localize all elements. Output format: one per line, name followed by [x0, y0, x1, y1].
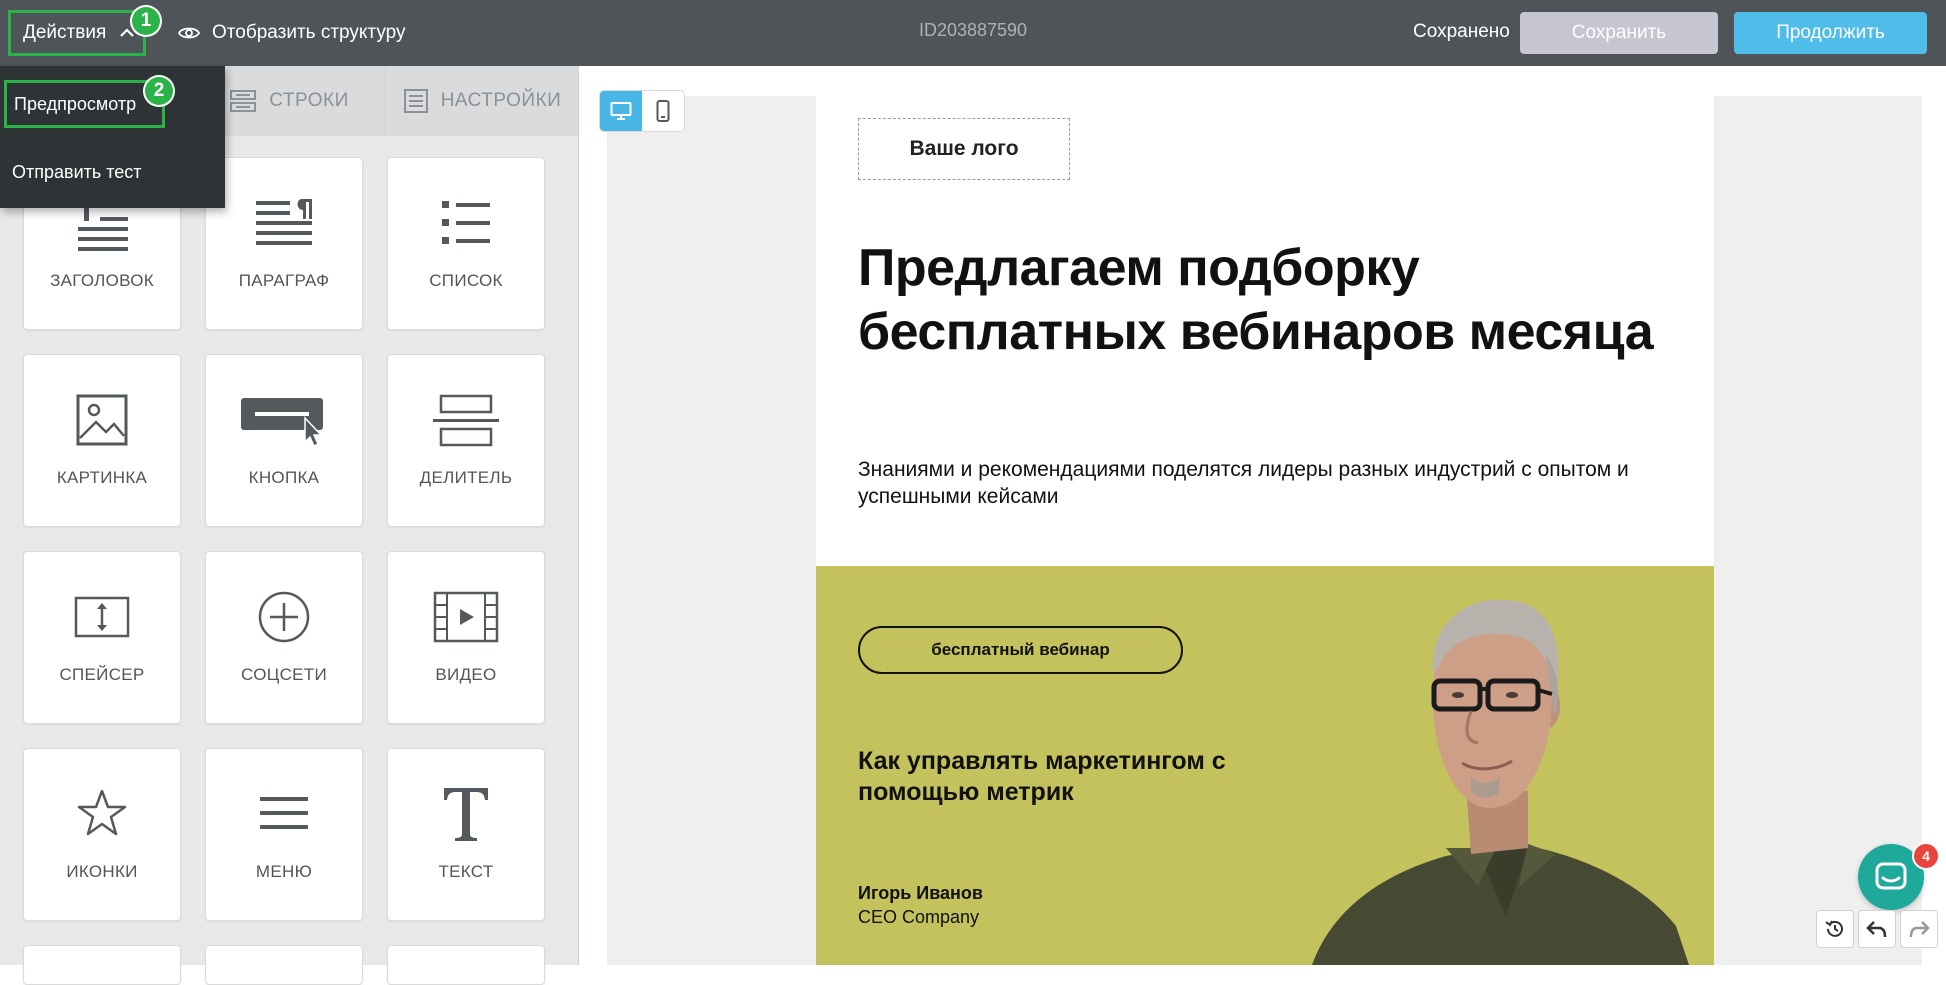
speaker-name[interactable]: Игорь Иванов	[858, 883, 983, 904]
history-icon	[1825, 920, 1843, 937]
eye-icon	[178, 27, 200, 39]
webinar-title[interactable]: Как управлять маркетингом с помощью метр…	[858, 746, 1278, 808]
button-icon	[206, 385, 362, 455]
block-tile-button[interactable]: КНОПКА	[205, 354, 363, 527]
tile-label: ИКОНКИ	[66, 862, 138, 881]
tile-label: СПЕЙСЕР	[59, 665, 145, 684]
tab-settings-label: НАСТРОЙКИ	[440, 90, 562, 111]
show-structure-label: Отобразить структуру	[212, 22, 406, 43]
redo-icon	[1909, 921, 1930, 938]
star-icon	[24, 779, 180, 849]
tile-label: СПИСОК	[429, 271, 503, 290]
tile-label: ВИДЕО	[435, 665, 497, 684]
paragraph-icon	[206, 188, 362, 258]
email-preview: Ваше лого Предлагаем подборку бесплатных…	[816, 96, 1714, 965]
webinar-promo-block[interactable]: бесплатный вебинар Как управлять маркети…	[816, 566, 1714, 965]
tile-label: СОЦСЕТИ	[240, 665, 328, 684]
tab-rows-label: СТРОКИ	[269, 90, 349, 111]
block-tile-social[interactable]: СОЦСЕТИ	[205, 551, 363, 724]
email-headline[interactable]: Предлагаем подборку бесплатных вебинаров…	[858, 236, 1678, 364]
block-tile-more[interactable]	[387, 945, 545, 985]
show-structure-toggle[interactable]: Отобразить структуру	[178, 18, 405, 48]
history-button[interactable]	[1816, 910, 1854, 948]
continue-button[interactable]: Продолжить	[1734, 12, 1927, 54]
rows-icon	[230, 90, 257, 112]
menu-item-preview[interactable]: Предпросмотр	[4, 80, 165, 128]
menu-item-preview-label: Предпросмотр	[14, 93, 137, 114]
image-icon	[24, 385, 180, 455]
block-tile-icons[interactable]: ИКОНКИ	[23, 748, 181, 921]
actions-dropdown-menu: Предпросмотр Отправить тест	[0, 66, 225, 208]
tile-label: КАРТИНКА	[56, 468, 148, 487]
tile-label: ПАРАГРАФ	[238, 271, 330, 290]
history-controls	[1816, 910, 1938, 948]
block-tile-paragraph[interactable]: ПАРАГРАФ	[205, 157, 363, 330]
mobile-view-button[interactable]	[642, 91, 684, 131]
block-tile-menu[interactable]: МЕНЮ	[205, 748, 363, 921]
speaker-role[interactable]: CEO Company	[858, 907, 979, 928]
block-tile-image[interactable]: КАРТИНКА	[23, 354, 181, 527]
logo-placeholder[interactable]: Ваше лого	[858, 118, 1070, 180]
tile-label: ДЕЛИТЕЛЬ	[419, 468, 513, 487]
tile-label: ЗАГОЛОВОК	[50, 271, 154, 290]
social-icon	[206, 582, 362, 652]
view-mode-toggle	[600, 91, 684, 131]
divider-icon	[388, 385, 544, 455]
mobile-icon	[656, 100, 670, 122]
actions-menu-button[interactable]: Действия	[8, 10, 146, 56]
menu-item-send-test[interactable]: Отправить тест	[12, 162, 142, 183]
block-tile-divider[interactable]: ДЕЛИТЕЛЬ	[387, 354, 545, 527]
block-tile-spacer[interactable]: СПЕЙСЕР	[23, 551, 181, 724]
undo-icon	[1866, 921, 1887, 938]
step-badge-1: 1	[130, 5, 162, 37]
email-subtext[interactable]: Знаниями и рекомендациями поделятся лиде…	[858, 456, 1678, 510]
desktop-view-button[interactable]	[600, 91, 642, 131]
tile-label: ТЕКСТ	[438, 862, 494, 881]
block-tile-video[interactable]: ВИДЕО	[387, 551, 545, 724]
menu-icon	[206, 779, 362, 849]
chat-unread-badge: 4	[1912, 842, 1940, 870]
desktop-icon	[610, 102, 632, 120]
video-icon	[388, 582, 544, 652]
chat-icon	[1875, 862, 1907, 890]
top-toolbar: Действия Отобразить структуру ID20388759…	[0, 0, 1946, 66]
settings-icon	[403, 89, 428, 113]
tab-settings[interactable]: НАСТРОЙКИ	[385, 66, 578, 136]
block-tile-list[interactable]: СПИСОК	[387, 157, 545, 330]
save-button[interactable]: Сохранить	[1520, 12, 1718, 54]
free-webinar-badge[interactable]: бесплатный вебинар	[858, 626, 1183, 674]
block-tile-more[interactable]	[205, 945, 363, 985]
list-icon	[388, 188, 544, 258]
spacer-icon	[24, 582, 180, 652]
speaker-photo[interactable]	[1266, 586, 1706, 965]
text-icon	[388, 779, 544, 849]
block-tile-more[interactable]	[23, 945, 181, 985]
block-tile-text[interactable]: ТЕКСТ	[387, 748, 545, 921]
tile-label: КНОПКА	[248, 468, 320, 487]
undo-button[interactable]	[1858, 910, 1896, 948]
saved-status: Сохранено	[1413, 21, 1510, 42]
step-badge-2: 2	[143, 75, 175, 107]
redo-button[interactable]	[1900, 910, 1938, 948]
tile-label: МЕНЮ	[255, 862, 313, 881]
actions-label: Действия	[23, 22, 107, 43]
